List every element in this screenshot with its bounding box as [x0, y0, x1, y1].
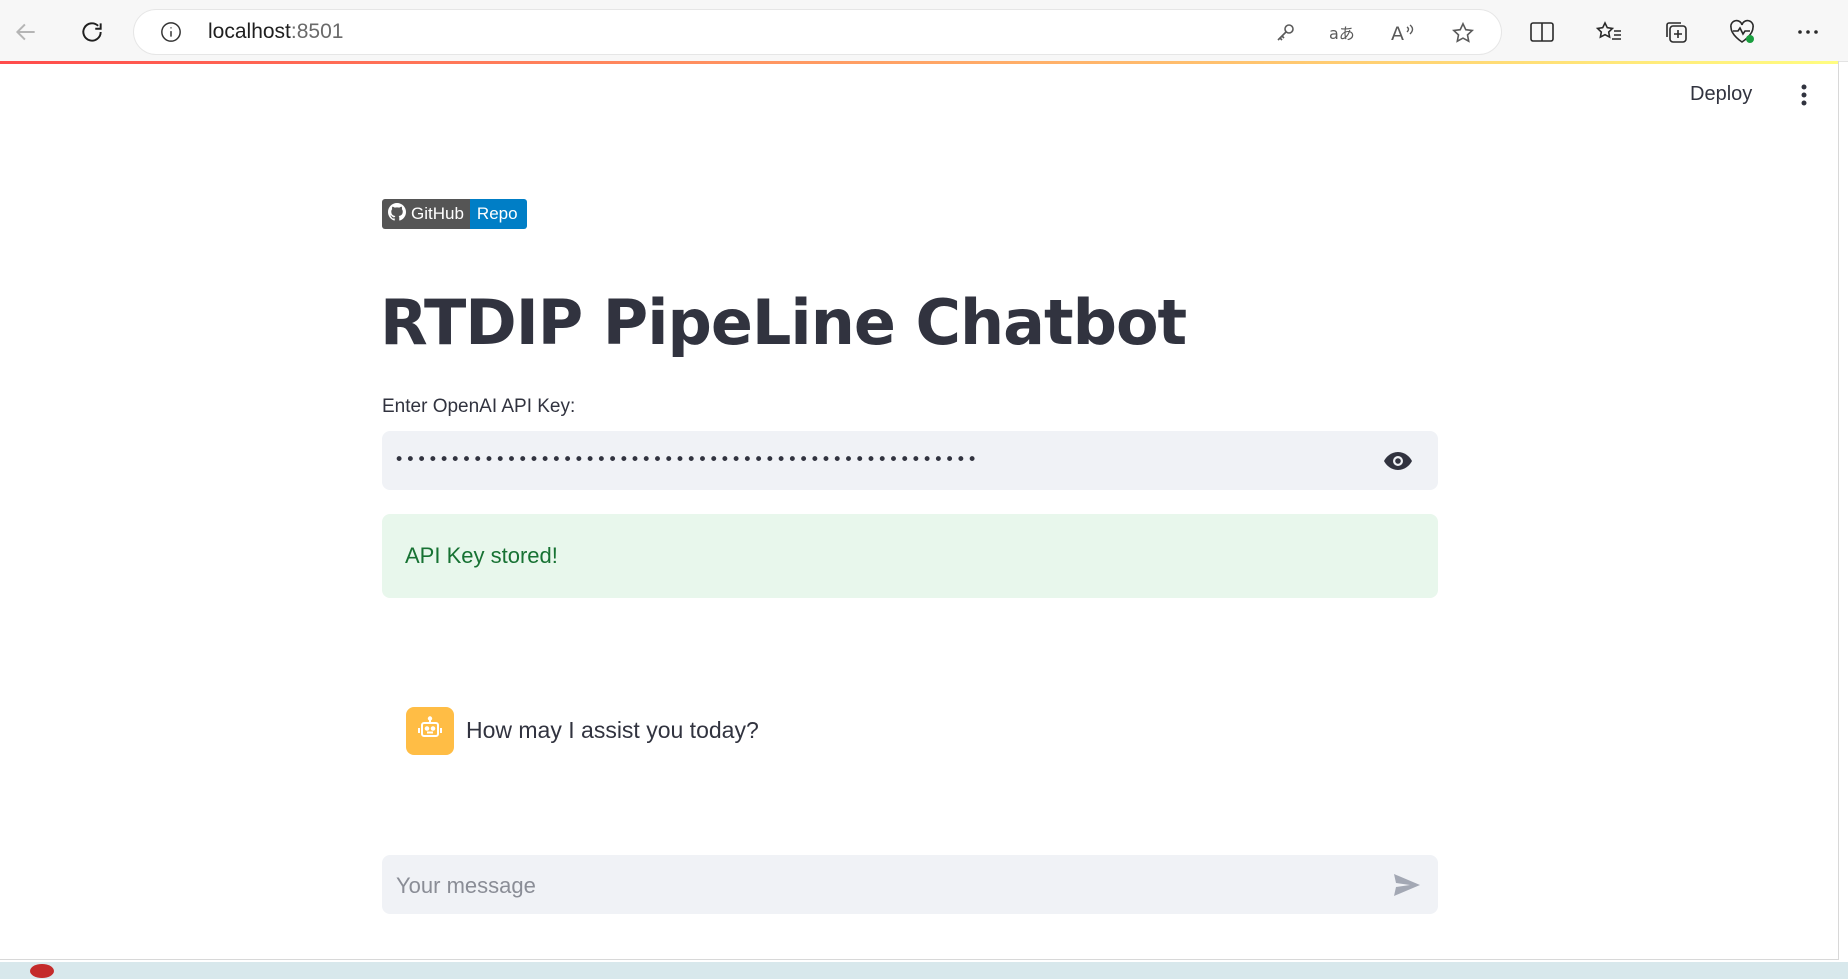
assistant-chat-message: How may I assist you today? — [382, 681, 1438, 771]
taskbar — [0, 962, 1848, 979]
svg-text:A: A — [1391, 23, 1404, 45]
main-menu-icon[interactable] — [1793, 81, 1815, 109]
badge-right-text: Repo — [469, 199, 527, 229]
split-screen-icon[interactable] — [1527, 17, 1557, 47]
key-icon[interactable] — [1271, 19, 1299, 47]
github-repo-badge[interactable]: GitHub Repo — [382, 199, 527, 229]
refresh-icon[interactable] — [74, 14, 110, 50]
robot-icon — [416, 715, 444, 748]
github-icon — [388, 202, 406, 226]
send-icon[interactable] — [1390, 868, 1424, 902]
assistant-message-text: How may I assist you today? — [466, 717, 759, 743]
svg-text:aあ: aあ — [1329, 24, 1355, 43]
taskbar-app-icon[interactable] — [30, 964, 54, 978]
collections-icon[interactable] — [1661, 17, 1691, 47]
success-message: API Key stored! — [405, 543, 558, 568]
info-icon[interactable] — [160, 21, 182, 43]
address-bar[interactable]: localhost:8501 aあ A — [134, 10, 1501, 54]
more-icon[interactable] — [1793, 17, 1823, 47]
app-viewport: Deploy GitHub Repo RTDIP PipeLine Chatbo… — [0, 61, 1839, 960]
read-aloud-icon[interactable]: A — [1389, 19, 1417, 47]
favorite-star-icon[interactable] — [1449, 19, 1477, 47]
deploy-button[interactable]: Deploy — [1690, 83, 1752, 106]
chat-input-container — [382, 855, 1438, 916]
browser-toolbar: localhost:8501 aあ A — [0, 0, 1848, 62]
api-key-label: Enter OpenAI API Key: — [382, 396, 576, 417]
url-host: localhost — [208, 20, 291, 43]
url-text[interactable]: localhost:8501 — [208, 21, 343, 43]
success-alert: API Key stored! — [382, 514, 1438, 598]
browser-essentials-icon[interactable] — [1727, 17, 1757, 47]
back-arrow-icon[interactable] — [8, 14, 44, 50]
page-title: RTDIP PipeLine Chatbot — [380, 286, 1187, 359]
header-decoration — [0, 61, 1838, 64]
chat-message-input[interactable] — [394, 855, 1358, 916]
favorites-list-icon[interactable] — [1594, 17, 1624, 47]
badge-left: GitHub — [382, 199, 470, 229]
show-password-eye-icon[interactable] — [1382, 445, 1414, 477]
url-port: :8501 — [290, 20, 344, 43]
api-key-field: ••••••••••••••••••••••••••••••••••••••••… — [382, 431, 1438, 490]
api-key-input[interactable]: ••••••••••••••••••••••••••••••••••••••••… — [394, 431, 1354, 490]
assistant-avatar — [406, 707, 454, 755]
badge-left-text: GitHub — [411, 204, 464, 223]
translate-icon[interactable]: aあ — [1329, 19, 1357, 47]
